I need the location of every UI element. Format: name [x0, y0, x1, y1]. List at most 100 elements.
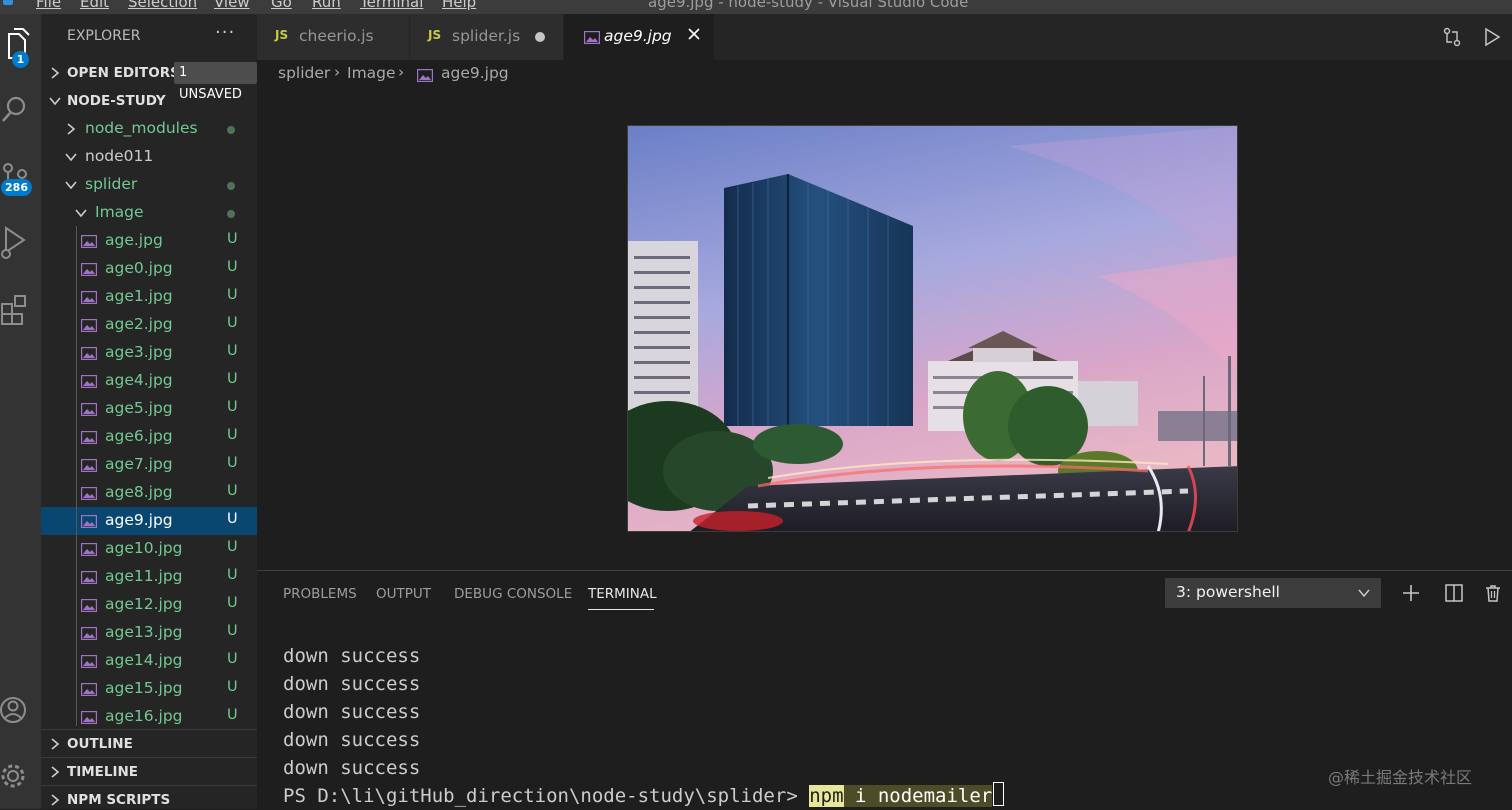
file-name: age16.jpg — [105, 707, 183, 725]
more-actions-button[interactable]: ··· — [215, 22, 235, 43]
menu-edit[interactable]: Edit — [80, 0, 109, 11]
indent-guide — [76, 226, 77, 726]
chevron-down-icon — [49, 97, 61, 106]
image-file-icon — [81, 319, 97, 332]
terminal-prompt-line[interactable]: PS D:\li\gitHub_direction\node-study\spl… — [283, 782, 1005, 810]
tree-file-age10-jpg[interactable]: age10.jpg U — [41, 535, 257, 563]
tab-cheerio-js[interactable]: JS cheerio.js — [257, 14, 410, 60]
image-file-icon — [81, 627, 97, 640]
project-name: NODE-STUDY — [67, 93, 166, 109]
tree-file-age15-jpg[interactable]: age15.jpg U — [41, 675, 257, 703]
file-name: age3.jpg — [105, 343, 173, 361]
tab-terminal[interactable]: TERMINAL — [588, 586, 657, 602]
tree-folder-node-modules[interactable]: node_modules — [41, 115, 257, 143]
terminal-select-value: 3: powershell — [1176, 583, 1280, 601]
outline-header[interactable]: OUTLINE — [41, 729, 257, 758]
breadcrumb-item-splider[interactable]: splider — [278, 64, 330, 82]
tab-age9-jpg[interactable]: age9.jpg — [564, 14, 715, 60]
menu-selection[interactable]: Selection — [128, 0, 197, 11]
tree-file-age7-jpg[interactable]: age7.jpg U — [41, 451, 257, 479]
file-name: age6.jpg — [105, 427, 173, 445]
gear-icon — [1, 764, 25, 788]
new-terminal-icon[interactable] — [1401, 583, 1421, 603]
file-name: age7.jpg — [105, 455, 173, 473]
tree-folder-splider[interactable]: splider — [41, 171, 257, 199]
tab-label: splider.js — [452, 27, 521, 45]
tab-output[interactable]: OUTPUT — [376, 586, 431, 602]
tree-file-age2-jpg[interactable]: age2.jpg U — [41, 311, 257, 339]
menu-go[interactable]: Go — [271, 0, 292, 11]
git-status-untracked: U — [227, 595, 238, 611]
modified-dot-icon — [227, 210, 235, 218]
tree-file-age14-jpg[interactable]: age14.jpg U — [41, 647, 257, 675]
tree-file-age9-jpg[interactable]: age9.jpg U — [41, 507, 257, 535]
tree-file-age16-jpg[interactable]: age16.jpg U — [41, 703, 257, 731]
tab-label: cheerio.js — [299, 27, 374, 45]
menu-bar: File Edit Selection View Go Run Terminal… — [0, 0, 1512, 14]
tab-label: age9.jpg — [604, 27, 672, 45]
tree-file-age8-jpg[interactable]: age8.jpg U — [41, 479, 257, 507]
unsaved-dot-icon[interactable] — [535, 32, 545, 42]
split-terminal-icon[interactable] — [1444, 583, 1464, 603]
tab-splider-js[interactable]: JS splider.js — [410, 14, 564, 60]
image-file-icon — [81, 515, 97, 528]
close-icon[interactable] — [686, 26, 702, 42]
tree-file-age5-jpg[interactable]: age5.jpg U — [41, 395, 257, 423]
file-name: age13.jpg — [105, 623, 183, 641]
tree-folder-node011[interactable]: node011 — [41, 143, 257, 171]
image-file-icon — [81, 403, 97, 416]
modified-dot-icon — [227, 182, 235, 190]
breadcrumb-item-file[interactable]: age9.jpg — [441, 64, 509, 82]
tree-file-age4-jpg[interactable]: age4.jpg U — [41, 367, 257, 395]
git-status-untracked: U — [227, 427, 238, 443]
source-control-activity-button[interactable]: 286 — [0, 154, 41, 202]
trash-icon[interactable] — [1483, 583, 1503, 603]
city-photo — [628, 126, 1237, 531]
image-file-icon — [81, 347, 97, 360]
run-icon[interactable] — [1482, 27, 1502, 47]
folder-name: node011 — [85, 147, 154, 165]
tab-debug-console[interactable]: DEBUG CONSOLE — [454, 586, 572, 602]
run-debug-activity-button[interactable] — [0, 218, 41, 266]
js-file-icon: JS — [275, 28, 289, 42]
terminal-select[interactable]: 3: powershell — [1165, 578, 1381, 608]
tree-file-age12-jpg[interactable]: age12.jpg U — [41, 591, 257, 619]
folder-name: splider — [85, 175, 138, 193]
terminal-line: down success — [283, 645, 421, 667]
menu-run[interactable]: Run — [312, 0, 341, 11]
npm-scripts-header[interactable]: NPM SCRIPTS — [41, 785, 257, 809]
tree-file-age13-jpg[interactable]: age13.jpg U — [41, 619, 257, 647]
open-editors-header[interactable]: OPEN EDITORS 1 UNSAVED — [41, 59, 257, 102]
tree-file-age3-jpg[interactable]: age3.jpg U — [41, 339, 257, 367]
breadcrumb-item-image[interactable]: Image — [347, 64, 396, 82]
git-status-untracked: U — [227, 567, 238, 583]
tree-file-age11-jpg[interactable]: age11.jpg U — [41, 563, 257, 591]
timeline-header[interactable]: TIMELINE — [41, 757, 257, 786]
tree-file-age1-jpg[interactable]: age1.jpg U — [41, 283, 257, 311]
search-activity-button[interactable] — [0, 86, 41, 134]
tree-file-age6-jpg[interactable]: age6.jpg U — [41, 423, 257, 451]
git-status-untracked: U — [227, 259, 238, 275]
image-file-icon — [81, 487, 97, 500]
tree-folder-image[interactable]: Image — [41, 199, 257, 227]
tree-file-age-jpg[interactable]: age.jpg U — [41, 227, 257, 255]
folder-name: Image — [95, 203, 144, 221]
project-header[interactable]: NODE-STUDY — [41, 87, 257, 115]
terminal-output[interactable]: down success down success down success down… — [283, 642, 1005, 810]
menu-help[interactable]: Help — [442, 0, 476, 11]
menu-terminal[interactable]: Terminal — [360, 0, 423, 11]
image-file-icon — [81, 543, 97, 556]
git-status-untracked: U — [227, 511, 238, 527]
extensions-activity-button[interactable] — [0, 286, 41, 334]
tree-file-age0-jpg[interactable]: age0.jpg U — [41, 255, 257, 283]
tab-problems[interactable]: PROBLEMS — [283, 586, 357, 602]
menu-file[interactable]: File — [36, 0, 61, 11]
explorer-activity-button[interactable]: 1 — [0, 18, 41, 68]
menu-view[interactable]: View — [214, 0, 250, 11]
terminal-prompt: PS D:\li\gitHub_direction\node-study\spl… — [283, 785, 810, 807]
git-status-untracked: U — [227, 371, 238, 387]
manage-activity-button[interactable] — [0, 752, 41, 800]
accounts-activity-button[interactable] — [0, 686, 41, 734]
timeline-label: TIMELINE — [67, 764, 139, 780]
compare-changes-icon[interactable] — [1442, 27, 1462, 47]
